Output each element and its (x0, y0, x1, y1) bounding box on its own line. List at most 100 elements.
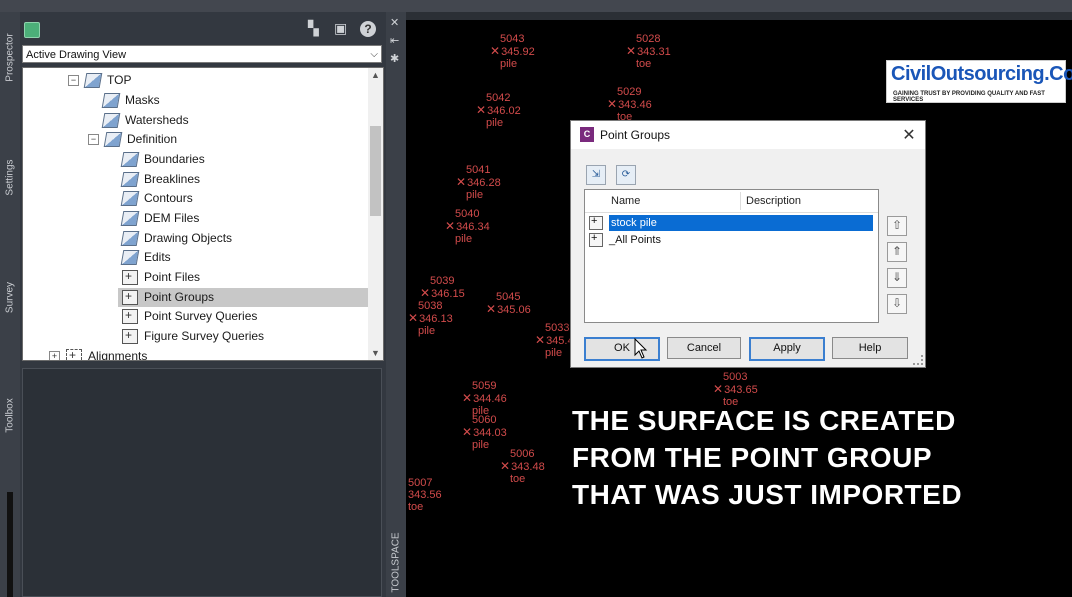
survey-point[interactable]: 5040 ✕346.34 pile (445, 208, 490, 245)
point-marker-icon: ✕ (535, 333, 546, 347)
point-marker-icon: ✕ (500, 459, 511, 473)
resize-grip[interactable] (913, 355, 923, 365)
point-group-list[interactable]: Name Description stock pile _All Points (584, 189, 879, 323)
column-header-description[interactable]: Description (746, 195, 801, 207)
tree-item-definition[interactable]: − Definition (88, 130, 177, 149)
point-description: pile (418, 325, 436, 337)
tree-item-contours[interactable]: Contours (120, 189, 193, 208)
survey-point[interactable]: 5042 ✕346.02 pile (476, 92, 521, 129)
survey-point[interactable]: 5043 ✕345.92 pile (490, 33, 535, 70)
autohide-icon[interactable]: ⇤ (390, 34, 399, 47)
scroll-down-icon[interactable]: ▼ (371, 348, 380, 358)
alignments-icon (66, 346, 82, 360)
point-marker-icon: ✕ (420, 286, 431, 300)
tree-item-label: Edits (144, 250, 171, 264)
tree-scrollbar[interactable]: ▲ ▼ (368, 68, 383, 360)
drawing-objects-icon (120, 231, 140, 247)
collapse-icon[interactable]: − (88, 134, 99, 146)
scrollbar-thumb[interactable] (370, 126, 381, 216)
toolspace-label: TOOLSPACE (390, 532, 402, 593)
tree-item-point-groups[interactable]: Point Groups (118, 287, 370, 307)
tree-item-breaklines[interactable]: Breaklines (120, 170, 201, 189)
tree-item-label: Figure Survey Queries (144, 329, 265, 343)
survey-point[interactable]: 5060 ✕344.03 pile (462, 414, 507, 451)
point-groups-dialog: C Point Groups ✕ ⇲ ⟳ Name Description st… (570, 120, 926, 368)
prospector-tree[interactable]: − TOP Masks Watersheds − Definition Bounda… (22, 67, 384, 361)
tree-item-boundaries[interactable]: Boundaries (120, 150, 205, 169)
column-header-name[interactable]: Name (611, 195, 640, 207)
civil3d-app-icon: C (580, 127, 594, 142)
list-item[interactable]: _All Points (589, 230, 876, 248)
survey-point[interactable]: 5039 ✕346.15 (420, 275, 465, 300)
list-item[interactable]: stock pile (589, 213, 876, 231)
tree-item-edits[interactable]: Edits (120, 248, 171, 267)
item-view-icon[interactable]: ▣ (334, 20, 352, 38)
tree-item-figure-survey-queries[interactable]: Figure Survey Queries (122, 326, 265, 346)
survey-point[interactable]: 5038 ✕346.13 pile (408, 300, 453, 337)
dialog-title: Point Groups (600, 128, 671, 142)
masks-icon (101, 93, 121, 109)
survey-point[interactable]: 5033 ✕345.4 pile (535, 322, 574, 359)
toolspace-tab-strip: Prospector Settings Survey Toolbox (0, 12, 20, 597)
tab-survey[interactable]: Survey (0, 282, 20, 352)
list-item-name: stock pile (609, 215, 873, 231)
column-divider[interactable] (740, 192, 741, 210)
prospector-icon[interactable] (24, 22, 40, 38)
move-to-bottom-button[interactable]: ⇩ (887, 294, 907, 314)
tree-item-watersheds[interactable]: Watersheds (101, 111, 189, 130)
tree-item-top[interactable]: − TOP (68, 71, 131, 90)
survey-point[interactable]: 5007 343.56 toe (398, 477, 442, 513)
tab-toolbox[interactable]: Toolbox (0, 398, 20, 470)
tree-item-label: Breaklines (144, 172, 201, 186)
point-elevation: 343.48 (511, 461, 545, 473)
list-item-name: _All Points (609, 234, 661, 246)
survey-point[interactable]: 5028 ✕343.31 toe (626, 33, 671, 70)
apply-button[interactable]: Apply (749, 337, 825, 361)
point-survey-queries-icon (122, 306, 138, 325)
move-up-button[interactable]: ⇑ (887, 242, 907, 262)
cancel-button[interactable]: Cancel (667, 337, 741, 359)
survey-point[interactable]: 5029 ✕343.46 toe (607, 86, 652, 123)
tree-item-point-files[interactable]: Point Files (122, 267, 200, 287)
point-marker-icon: ✕ (408, 311, 419, 325)
survey-point[interactable]: 5059 ✕344.46 pile (462, 380, 507, 417)
show-differences-icon[interactable]: ⇲ (586, 165, 606, 185)
point-description: toe (408, 501, 424, 513)
tree-item-label: Alignments (88, 349, 148, 361)
expand-icon[interactable]: + (49, 351, 60, 360)
tree-item-label: Point Survey Queries (144, 309, 258, 323)
watersheds-icon (101, 113, 121, 129)
point-elevation: 345.92 (501, 46, 535, 58)
point-marker-icon: ✕ (462, 391, 473, 405)
breaklines-icon (120, 172, 140, 188)
tree-item-masks[interactable]: Masks (101, 91, 160, 110)
view-select[interactable]: Active Drawing View ⌵ (22, 45, 382, 63)
close-icon[interactable]: ✕ (390, 16, 399, 29)
move-to-top-button[interactable]: ⇧ (887, 216, 907, 236)
update-groups-icon[interactable]: ⟳ (616, 165, 636, 185)
survey-point[interactable]: 5041 ✕346.28 pile (456, 164, 501, 201)
tree-item-alignments[interactable]: + Alignments (49, 346, 148, 361)
point-description: pile (486, 117, 504, 129)
collapse-icon[interactable]: − (68, 75, 79, 87)
ok-button[interactable]: OK (584, 337, 660, 361)
toggle-view-icon[interactable]: ▚ (308, 20, 326, 38)
tree-item-point-survey-queries[interactable]: Point Survey Queries (122, 306, 258, 326)
move-down-button[interactable]: ⇓ (887, 268, 907, 288)
help-icon[interactable]: ? (360, 21, 376, 37)
point-elevation: 343.46 (618, 99, 652, 111)
survey-point[interactable]: 5006 ✕343.48 toe (500, 448, 545, 485)
tree-item-drawing-objects[interactable]: Drawing Objects (120, 229, 232, 248)
point-marker-icon: ✕ (607, 97, 618, 111)
point-elevation: 343.31 (637, 46, 671, 58)
chevron-down-icon: ⌵ (370, 49, 378, 60)
tab-settings[interactable]: Settings (0, 159, 20, 232)
tree-item-dem-files[interactable]: DEM Files (120, 209, 199, 228)
properties-icon[interactable]: ✱ (390, 52, 399, 65)
tab-prospector[interactable]: Prospector (0, 33, 20, 112)
point-marker-icon: ✕ (462, 425, 473, 439)
help-button[interactable]: Help (832, 337, 908, 359)
survey-point[interactable]: 5045 ✕345.06 (486, 291, 531, 316)
close-icon[interactable]: ✕ (899, 125, 919, 145)
scroll-up-icon[interactable]: ▲ (371, 70, 380, 80)
